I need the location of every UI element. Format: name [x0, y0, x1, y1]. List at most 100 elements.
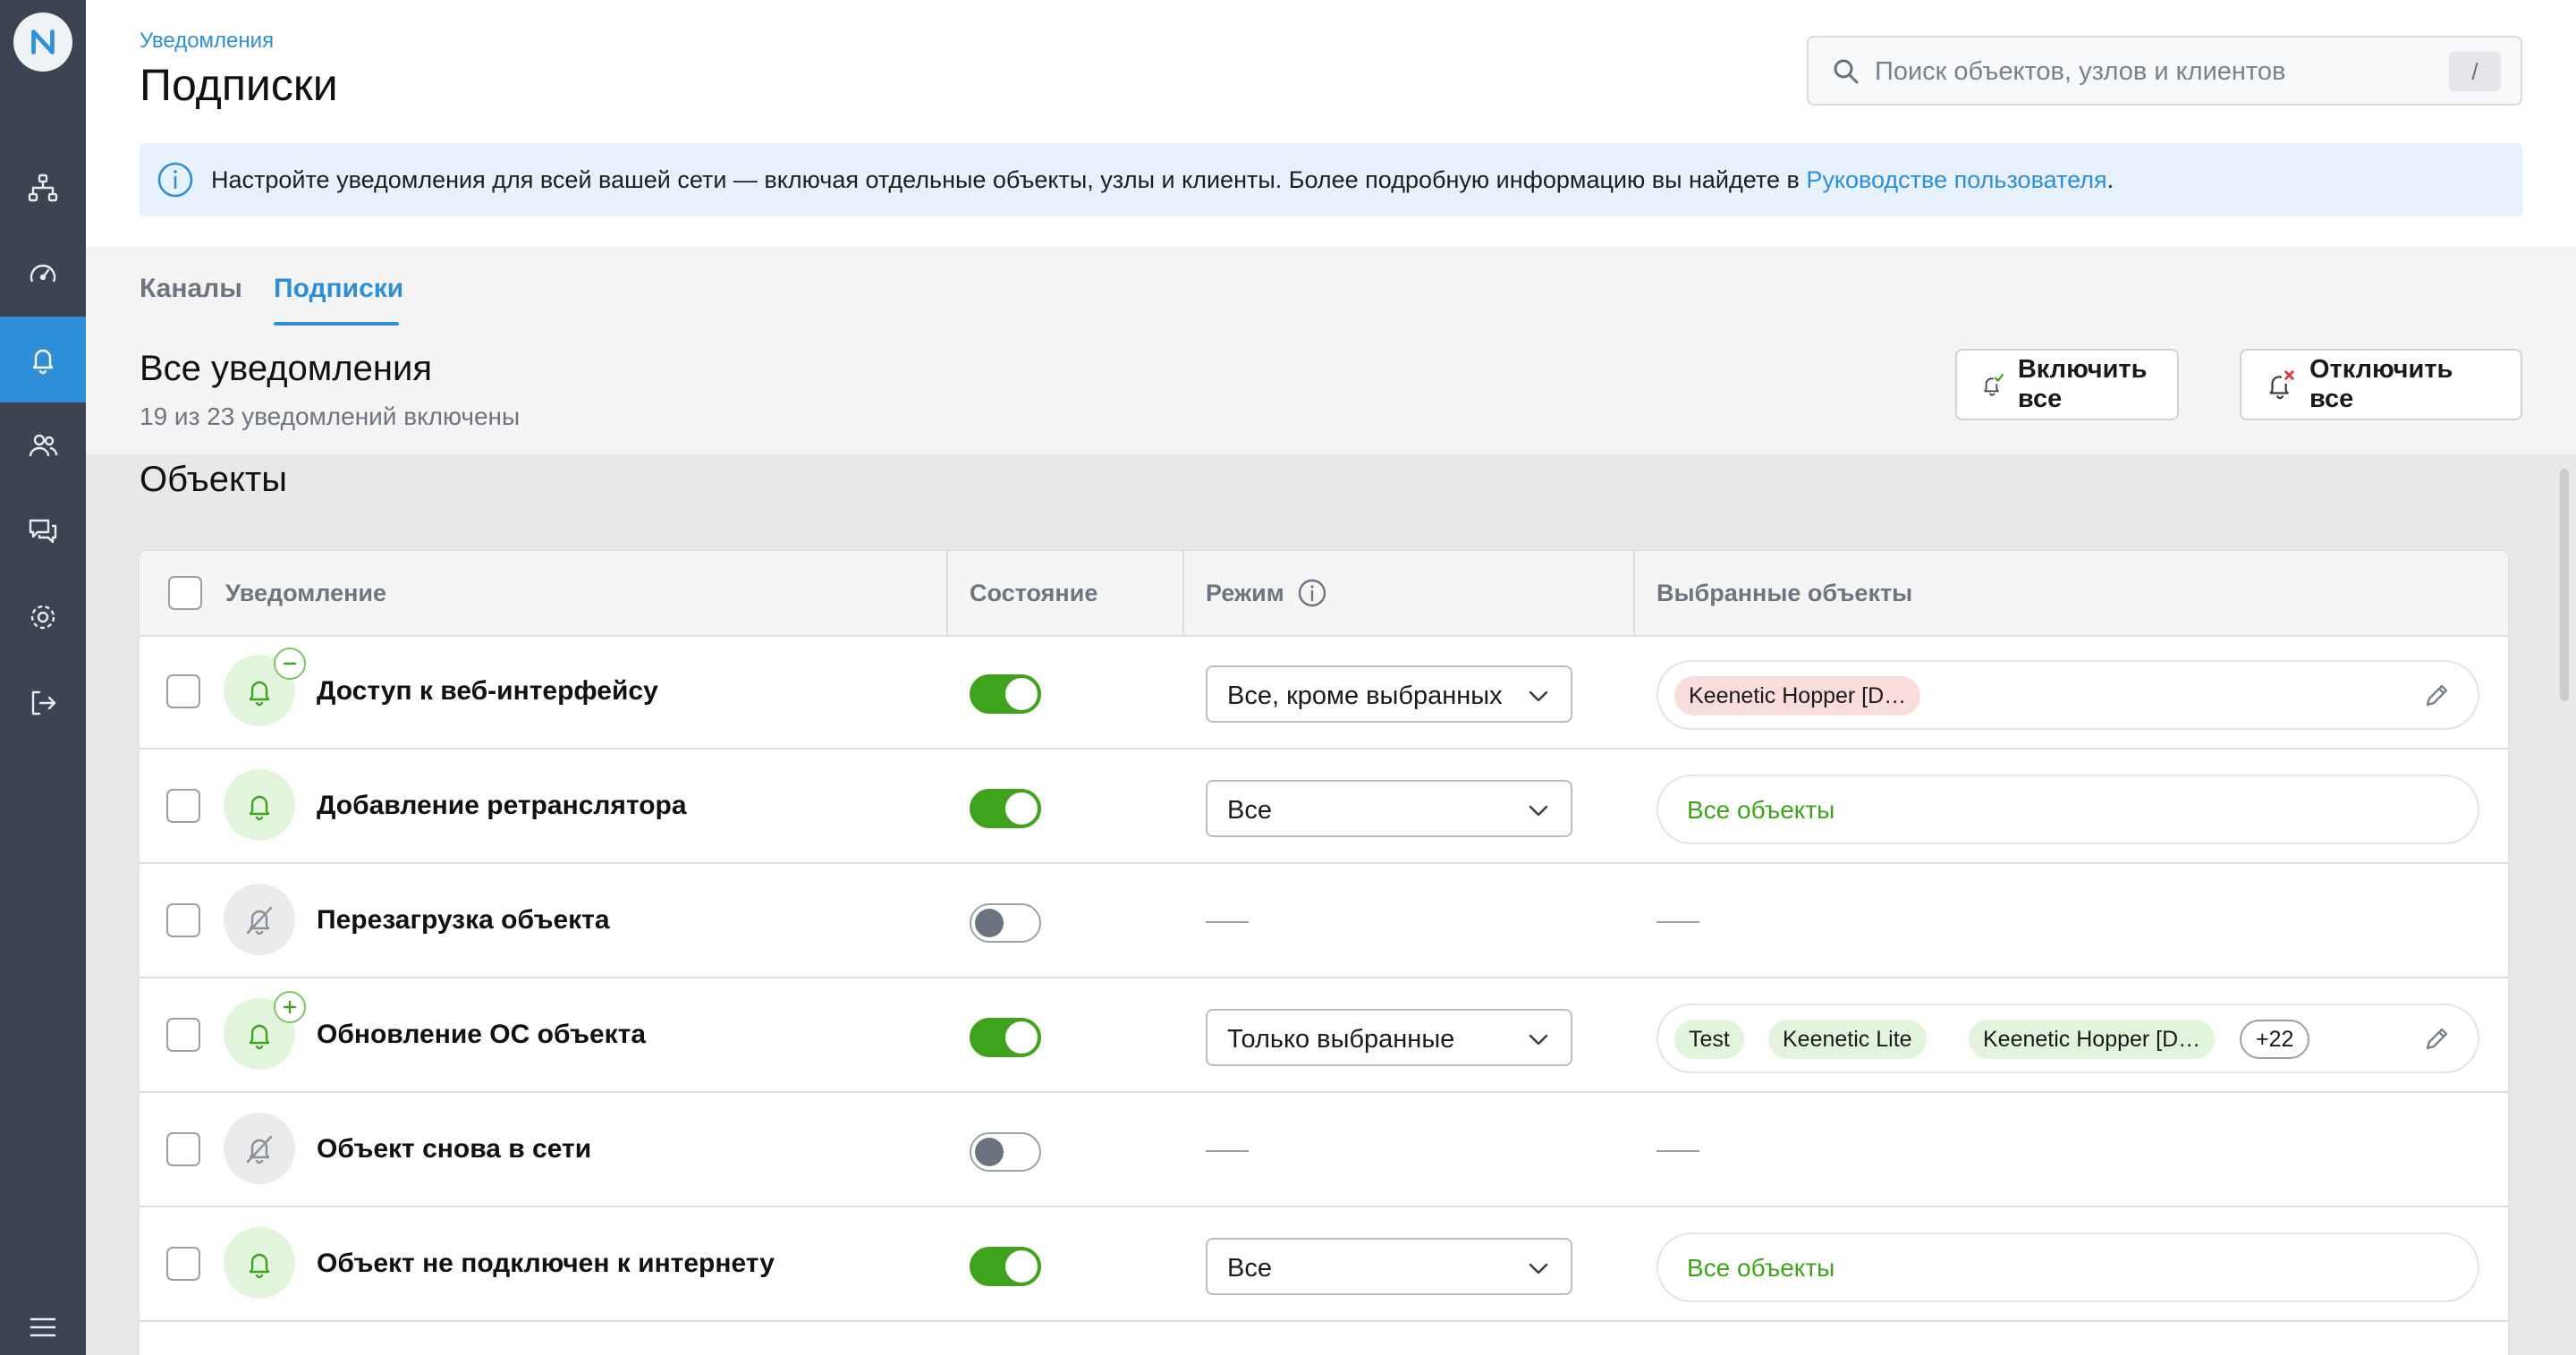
page-title: Подписки — [140, 60, 338, 110]
network-topology-icon — [28, 174, 58, 202]
table-row: Объект не подключен к интернету Все Все об… — [140, 1207, 2508, 1322]
all-objects-label: Все объекты — [1687, 1254, 1835, 1282]
pencil-icon[interactable] — [2422, 682, 2451, 710]
notification-bell — [224, 769, 295, 841]
page-scrollbar[interactable] — [2560, 469, 2569, 701]
row-checkbox[interactable] — [166, 1247, 200, 1281]
nav-users[interactable] — [0, 402, 86, 488]
nav-menu[interactable] — [0, 1284, 86, 1355]
select-all-checkbox[interactable] — [168, 576, 202, 610]
state-toggle[interactable] — [970, 1018, 1041, 1057]
mode-select[interactable]: Все, кроме выбранных — [1206, 665, 1572, 723]
tab-subscriptions[interactable]: Подписки — [274, 274, 403, 304]
mode-select[interactable]: Только выбранные — [1206, 1009, 1572, 1066]
plus-icon — [283, 1000, 297, 1014]
logo[interactable] — [13, 13, 72, 72]
mode-include-badge — [274, 991, 306, 1023]
objects-empty-dash — [1657, 1150, 1699, 1152]
notification-name: Добавление ретранслятора — [317, 791, 687, 820]
header-notification: Уведомление — [225, 580, 387, 606]
users-icon — [29, 434, 58, 457]
mode-value: Все — [1227, 1254, 1272, 1283]
nav-dashboard[interactable] — [0, 231, 86, 317]
row-checkbox[interactable] — [166, 789, 200, 823]
bell-x-icon — [2269, 370, 2294, 400]
pencil-icon[interactable] — [2422, 1025, 2451, 1054]
objects-field[interactable]: Test Keenetic Lite Keenetic Hopper [D… +22 — [1657, 1004, 2479, 1073]
notifications-table: Уведомление Состояние Режим Выбранные об… — [140, 551, 2508, 1355]
mode-exclude-badge — [274, 648, 306, 680]
search-input[interactable]: Поиск объектов, узлов и клиентов / — [1807, 36, 2522, 106]
notification-name: Доступ к веб-интерфейсу — [317, 676, 658, 706]
mode-value: Только выбранные — [1227, 1025, 1455, 1054]
notification-bell — [224, 1113, 295, 1184]
state-toggle[interactable] — [970, 789, 1041, 828]
nav-settings[interactable] — [0, 574, 86, 660]
mode-value: Все, кроме выбранных — [1227, 682, 1503, 710]
speedometer-icon — [30, 264, 56, 283]
nav-network[interactable] — [0, 145, 86, 231]
mode-info-icon[interactable] — [1297, 578, 1327, 608]
row-checkbox[interactable] — [166, 674, 200, 708]
objects-empty-dash — [1657, 921, 1699, 923]
notification-name: Объект не подключен к интернету — [317, 1249, 775, 1278]
bell-icon — [249, 681, 270, 707]
state-toggle[interactable] — [970, 1247, 1041, 1286]
nav-chat[interactable] — [0, 488, 86, 574]
notification-bell — [224, 884, 295, 955]
state-toggle[interactable] — [970, 1132, 1041, 1172]
objects-field[interactable]: Все объекты — [1657, 775, 2479, 844]
table-row: Обновление ОС объекта Только выбранные Tes… — [140, 978, 2508, 1093]
chat-icon — [29, 519, 57, 544]
section-title: Все уведомления — [140, 349, 432, 388]
mode-select[interactable]: Все — [1206, 1238, 1572, 1295]
disable-all-label: Отключить все — [2309, 355, 2453, 413]
row-checkbox[interactable] — [166, 903, 200, 937]
bell-off-icon — [246, 906, 273, 936]
table-row: Добавление ретранслятора Все Все объекты — [140, 749, 2508, 864]
mode-empty-dash — [1206, 1150, 1249, 1152]
user-guide-link[interactable]: Руководстве пользователя — [1806, 166, 2106, 193]
section-subtitle: 19 из 23 уведомлений включены — [140, 402, 521, 430]
hamburger-menu-icon — [30, 1317, 56, 1337]
object-chip: Keenetic Hopper [D… — [1674, 676, 1921, 716]
object-chip: Keenetic Hopper [D… — [1969, 1020, 2216, 1059]
bell-icon — [32, 349, 54, 375]
bell-check-icon — [1984, 373, 2004, 396]
objects-field[interactable]: Keenetic Hopper [D… — [1657, 660, 2479, 730]
search-icon — [1834, 59, 1859, 84]
row-checkbox[interactable] — [166, 1018, 200, 1052]
all-objects-label: Все объекты — [1687, 796, 1835, 824]
header-objects: Выбранные объекты — [1657, 580, 1913, 606]
state-toggle[interactable] — [970, 674, 1041, 714]
mode-value: Все — [1227, 796, 1272, 825]
breadcrumb[interactable]: Уведомления — [140, 29, 274, 54]
row-checkbox[interactable] — [166, 1132, 200, 1166]
gear-icon — [30, 605, 55, 630]
info-icon — [157, 162, 193, 198]
column-divider — [1633, 551, 1635, 635]
tab-channels[interactable]: Каналы — [140, 274, 242, 304]
chevron-down-icon — [1529, 1034, 1548, 1046]
objects-field[interactable]: Все объекты — [1657, 1232, 2479, 1302]
search-shortcut: / — [2449, 52, 2501, 91]
sidebar — [0, 0, 86, 1355]
logout-icon — [31, 690, 56, 716]
table-row: Доступ к веб-интерфейсу Все, кроме выбран… — [140, 635, 2508, 749]
table-row: Объект снова в сети — [140, 1093, 2508, 1207]
object-chip: Keenetic Lite — [1768, 1020, 1927, 1059]
nav-notifications[interactable] — [0, 317, 86, 402]
header-mode: Режим — [1206, 580, 1284, 606]
disable-all-button[interactable]: Отключить все — [2240, 349, 2522, 420]
header-state: Состояние — [970, 580, 1098, 606]
search-placeholder: Поиск объектов, узлов и клиентов — [1875, 57, 2286, 86]
enable-all-button[interactable]: Включить все — [1955, 349, 2179, 420]
table-row: Перезагрузка объекта — [140, 864, 2508, 978]
mode-select[interactable]: Все — [1206, 780, 1572, 837]
table-header: Уведомление Состояние Режим Выбранные об… — [140, 551, 2508, 637]
nav-logout[interactable] — [0, 660, 86, 746]
tab-active-indicator — [274, 322, 399, 326]
column-divider — [946, 551, 948, 635]
info-text: Настройте уведомления для всей вашей сет… — [211, 165, 2114, 193]
state-toggle[interactable] — [970, 903, 1041, 943]
